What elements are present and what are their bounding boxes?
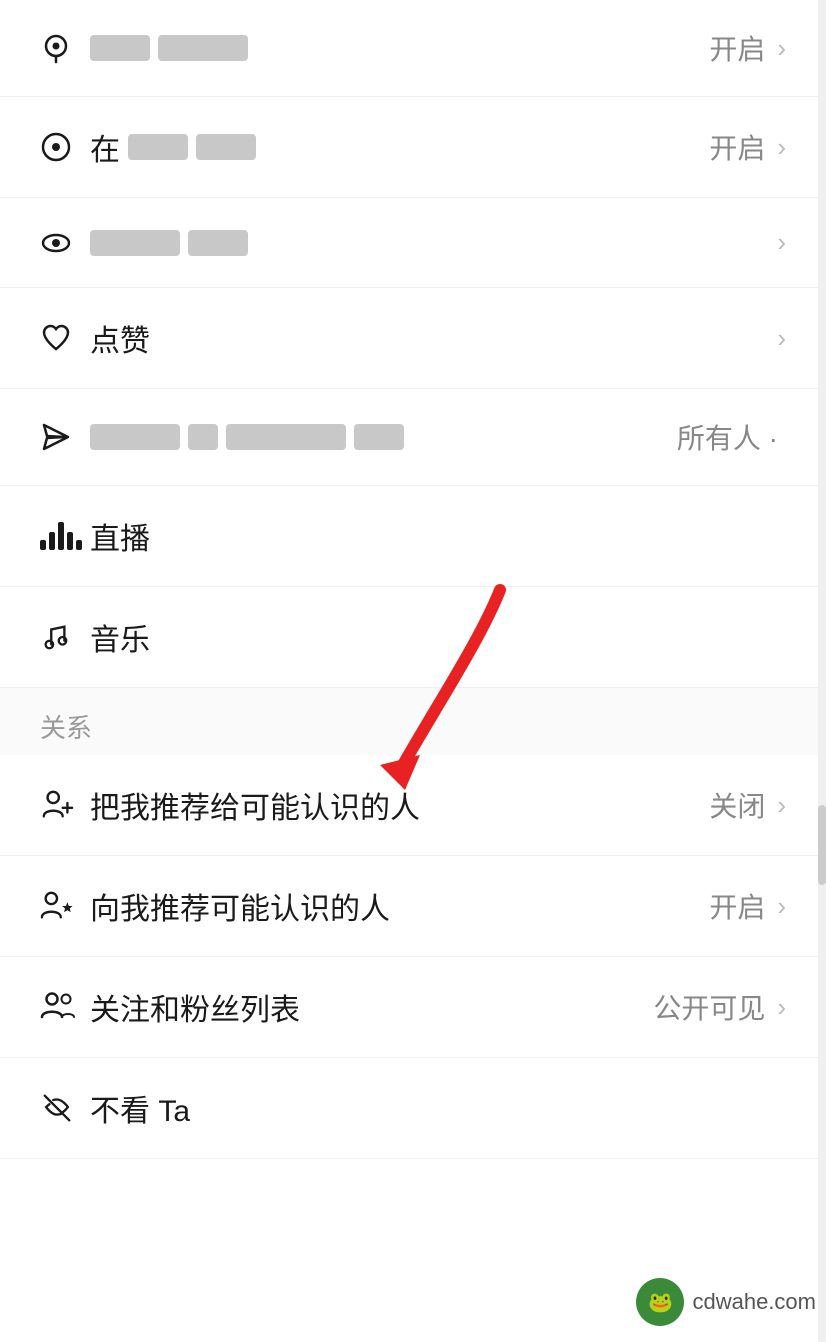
settings-item-share[interactable]: 所有人 ·	[0, 389, 826, 486]
item-label-not-see: 不看 Ta	[90, 1086, 786, 1130]
watermark-text: cdwahe.com	[692, 1289, 816, 1315]
item-label-live: 直播	[90, 514, 786, 558]
item-value-recommend-me: 关闭	[709, 785, 765, 825]
item-value-follow-fans: 公开可见	[653, 987, 765, 1027]
scrollbar[interactable]	[818, 0, 826, 1342]
send-icon	[40, 421, 90, 453]
chevron-icon-recommend-others: ›	[777, 891, 786, 922]
settings-item-recommend-others[interactable]: 向我推荐可能认识的人 开启 ›	[0, 856, 826, 957]
item-label-likes: 点赞	[90, 316, 773, 360]
eye-icon	[40, 227, 90, 259]
people-icon	[40, 989, 90, 1025]
settings-item-location[interactable]: 开启 ›	[0, 0, 826, 97]
item-label-location	[90, 35, 709, 61]
settings-list: 开启 › 在 开启 › ›	[0, 0, 826, 1159]
eye-off-icon	[40, 1091, 90, 1125]
chevron-icon-location: ›	[777, 33, 786, 64]
item-label-recommend-others: 向我推荐可能认识的人	[90, 884, 709, 928]
item-value-location: 开启	[709, 28, 765, 68]
item-label-watch-history	[90, 230, 773, 256]
item-label-share	[90, 424, 677, 450]
circle-dot-icon	[40, 131, 90, 163]
chevron-icon-recommend-me: ›	[777, 790, 786, 821]
settings-item-online-status[interactable]: 在 开启 ›	[0, 97, 826, 198]
settings-item-likes[interactable]: 点赞 ›	[0, 288, 826, 389]
music-icon	[40, 622, 90, 652]
person-star-icon	[40, 889, 90, 923]
settings-item-live[interactable]: 直播	[0, 486, 826, 587]
item-value-online-status: 开启	[709, 127, 765, 167]
settings-item-recommend-me[interactable]: 把我推荐给可能认识的人 关闭 ›	[0, 755, 826, 856]
item-value-recommend-others: 开启	[709, 886, 765, 926]
heart-icon	[40, 322, 90, 354]
watermark: 🐸 cdwahe.com	[636, 1278, 816, 1326]
item-value-share: 所有人 ·	[677, 417, 778, 457]
person-add-icon	[40, 788, 90, 822]
settings-item-not-see[interactable]: 不看 Ta	[0, 1058, 826, 1159]
location-icon	[40, 32, 90, 64]
scrollbar-thumb[interactable]	[818, 805, 826, 885]
chevron-icon-likes: ›	[777, 323, 786, 354]
chevron-icon-watch-history: ›	[777, 227, 786, 258]
section-label-relationship: 关系	[40, 708, 92, 745]
item-label-follow-fans: 关注和粉丝列表	[90, 985, 653, 1029]
item-label-music: 音乐	[90, 615, 786, 659]
watermark-logo-text: 🐸	[648, 1290, 673, 1315]
chevron-icon-follow-fans: ›	[777, 992, 786, 1023]
section-header-relationship: 关系	[0, 688, 826, 755]
item-label-online-status: 在	[90, 125, 709, 169]
watermark-logo: 🐸	[636, 1278, 684, 1326]
settings-item-watch-history[interactable]: ›	[0, 198, 826, 288]
settings-item-music[interactable]: 音乐	[0, 587, 826, 688]
item-label-recommend-me: 把我推荐给可能认识的人	[90, 783, 709, 827]
chevron-icon-online-status: ›	[777, 132, 786, 163]
settings-item-follow-fans[interactable]: 关注和粉丝列表 公开可见 ›	[0, 957, 826, 1058]
live-icon	[40, 522, 90, 550]
